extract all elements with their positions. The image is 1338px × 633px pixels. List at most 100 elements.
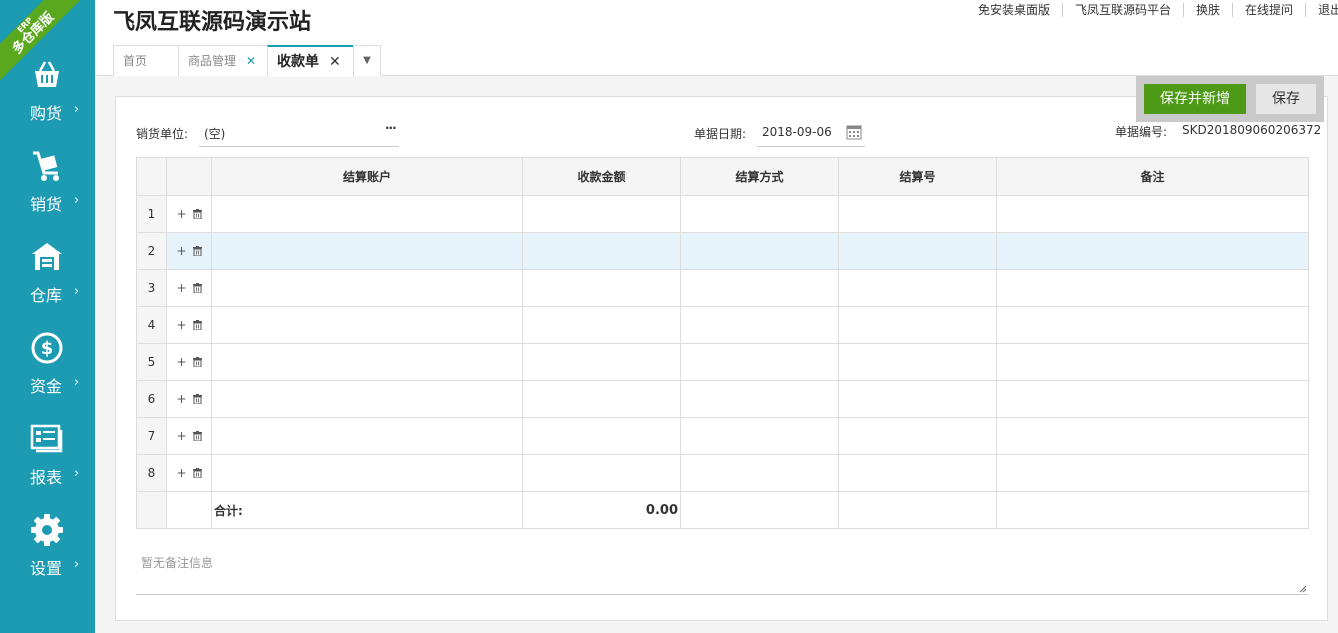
link-desktop-version[interactable]: 免安装桌面版 bbox=[966, 3, 1062, 17]
header-account: 结算账户 bbox=[211, 157, 523, 196]
total-cell bbox=[996, 491, 1309, 529]
cell-amount[interactable] bbox=[522, 417, 681, 455]
save-button[interactable]: 保存 bbox=[1256, 84, 1316, 114]
tab-product-management[interactable]: 商品管理 ✕ bbox=[178, 45, 268, 76]
nav-item-purchase[interactable]: 购货 › bbox=[0, 58, 95, 148]
header-ref-number: 结算号 bbox=[838, 157, 997, 196]
cell-remark[interactable] bbox=[996, 195, 1309, 233]
cell-amount[interactable] bbox=[522, 454, 681, 492]
cell-amount[interactable] bbox=[522, 306, 681, 344]
cell-method[interactable] bbox=[680, 343, 839, 381]
row-number: 2 bbox=[136, 232, 167, 270]
cell-account[interactable] bbox=[211, 343, 523, 381]
chevron-right-icon: › bbox=[74, 557, 80, 572]
link-online-question[interactable]: 在线提问 bbox=[1232, 3, 1305, 17]
close-icon[interactable]: ✕ bbox=[329, 47, 341, 77]
trash-icon[interactable] bbox=[192, 283, 202, 293]
cell-method[interactable] bbox=[680, 454, 839, 492]
cell-method[interactable] bbox=[680, 417, 839, 455]
cell-method[interactable] bbox=[680, 195, 839, 233]
close-icon[interactable]: ✕ bbox=[246, 46, 256, 76]
header-method: 结算方式 bbox=[680, 157, 839, 196]
nav-item-settings[interactable]: 设置 › bbox=[0, 513, 95, 603]
cell-account[interactable] bbox=[211, 380, 523, 418]
cell-amount[interactable] bbox=[522, 343, 681, 381]
cell-method[interactable] bbox=[680, 269, 839, 307]
remark-textarea[interactable]: 暂无备注信息 bbox=[136, 548, 1308, 595]
date-input[interactable]: 2018-09-06 bbox=[762, 125, 832, 139]
nav-item-reports[interactable]: 报表 › bbox=[0, 422, 95, 512]
cell-ref-number[interactable] bbox=[838, 380, 997, 418]
cell-account[interactable] bbox=[211, 454, 523, 492]
tab-home[interactable]: 首页 bbox=[113, 45, 179, 76]
cell-ref-number[interactable] bbox=[838, 232, 997, 270]
cell-method[interactable] bbox=[680, 306, 839, 344]
tab-more-dropdown[interactable]: ▼ bbox=[353, 45, 381, 76]
add-row-icon[interactable]: + bbox=[176, 429, 186, 443]
cell-remark[interactable] bbox=[996, 232, 1309, 270]
trash-icon[interactable] bbox=[192, 320, 202, 330]
resize-handle-icon[interactable] bbox=[1299, 585, 1307, 593]
calendar-icon[interactable] bbox=[846, 124, 862, 140]
link-change-skin[interactable]: 换肤 bbox=[1183, 3, 1232, 17]
cell-account[interactable] bbox=[211, 195, 523, 233]
cell-account[interactable] bbox=[211, 306, 523, 344]
trash-icon[interactable] bbox=[192, 209, 202, 219]
sidebar: ERP 多仓库版 购货 › 销货 › 仓库 › $ 资金 › 报表 › 设置 › bbox=[0, 0, 95, 633]
add-row-icon[interactable]: + bbox=[176, 244, 186, 258]
cell-remark[interactable] bbox=[996, 454, 1309, 492]
row-actions: + bbox=[166, 269, 212, 307]
add-row-icon[interactable]: + bbox=[176, 207, 186, 221]
link-logout[interactable]: 退出 bbox=[1305, 3, 1338, 17]
nav-label-reports: 报表 bbox=[30, 468, 63, 487]
trash-icon[interactable] bbox=[192, 431, 202, 441]
cell-remark[interactable] bbox=[996, 343, 1309, 381]
trash-icon[interactable] bbox=[192, 468, 202, 478]
date-underline bbox=[757, 146, 865, 147]
cell-ref-number[interactable] bbox=[838, 454, 997, 492]
action-toolbar: 保存并新增 保存 bbox=[1136, 76, 1324, 122]
more-options-icon[interactable]: ··· bbox=[385, 121, 397, 135]
cell-remark[interactable] bbox=[996, 380, 1309, 418]
cell-method[interactable] bbox=[680, 232, 839, 270]
total-cell bbox=[680, 491, 839, 529]
row-actions: + bbox=[166, 195, 212, 233]
cell-ref-number[interactable] bbox=[838, 417, 997, 455]
cell-ref-number[interactable] bbox=[838, 195, 997, 233]
cell-ref-number[interactable] bbox=[838, 306, 997, 344]
trash-icon[interactable] bbox=[192, 394, 202, 404]
header-remark: 备注 bbox=[996, 157, 1309, 196]
add-row-icon[interactable]: + bbox=[176, 318, 186, 332]
cell-account[interactable] bbox=[211, 269, 523, 307]
trash-icon[interactable] bbox=[192, 357, 202, 367]
cell-account[interactable] bbox=[211, 417, 523, 455]
add-row-icon[interactable]: + bbox=[176, 281, 186, 295]
cell-remark[interactable] bbox=[996, 417, 1309, 455]
cell-account[interactable] bbox=[211, 232, 523, 270]
row-number: 3 bbox=[136, 269, 167, 307]
row-number: 4 bbox=[136, 306, 167, 344]
cell-remark[interactable] bbox=[996, 269, 1309, 307]
row-number: 8 bbox=[136, 454, 167, 492]
cell-method[interactable] bbox=[680, 380, 839, 418]
nav-item-sales[interactable]: 销货 › bbox=[0, 149, 95, 239]
cell-ref-number[interactable] bbox=[838, 269, 997, 307]
cell-remark[interactable] bbox=[996, 306, 1309, 344]
nav-item-funds[interactable]: $ 资金 › bbox=[0, 331, 95, 421]
cell-ref-number[interactable] bbox=[838, 343, 997, 381]
add-row-icon[interactable]: + bbox=[176, 392, 186, 406]
cell-amount[interactable] bbox=[522, 195, 681, 233]
tab-receipt[interactable]: 收款单 ✕ bbox=[267, 45, 354, 77]
add-row-icon[interactable]: + bbox=[176, 355, 186, 369]
trash-icon[interactable] bbox=[192, 246, 202, 256]
link-source-platform[interactable]: 飞凤互联源码平台 bbox=[1062, 3, 1183, 17]
add-row-icon[interactable]: + bbox=[176, 466, 186, 480]
cell-amount[interactable] bbox=[522, 232, 681, 270]
customer-input[interactable]: (空) bbox=[204, 125, 225, 142]
save-and-new-button[interactable]: 保存并新增 bbox=[1144, 84, 1246, 114]
tab-label: 收款单 bbox=[277, 54, 319, 70]
cell-amount[interactable] bbox=[522, 269, 681, 307]
nav-item-warehouse[interactable]: 仓库 › bbox=[0, 240, 95, 330]
row-number: 7 bbox=[136, 417, 167, 455]
cell-amount[interactable] bbox=[522, 380, 681, 418]
